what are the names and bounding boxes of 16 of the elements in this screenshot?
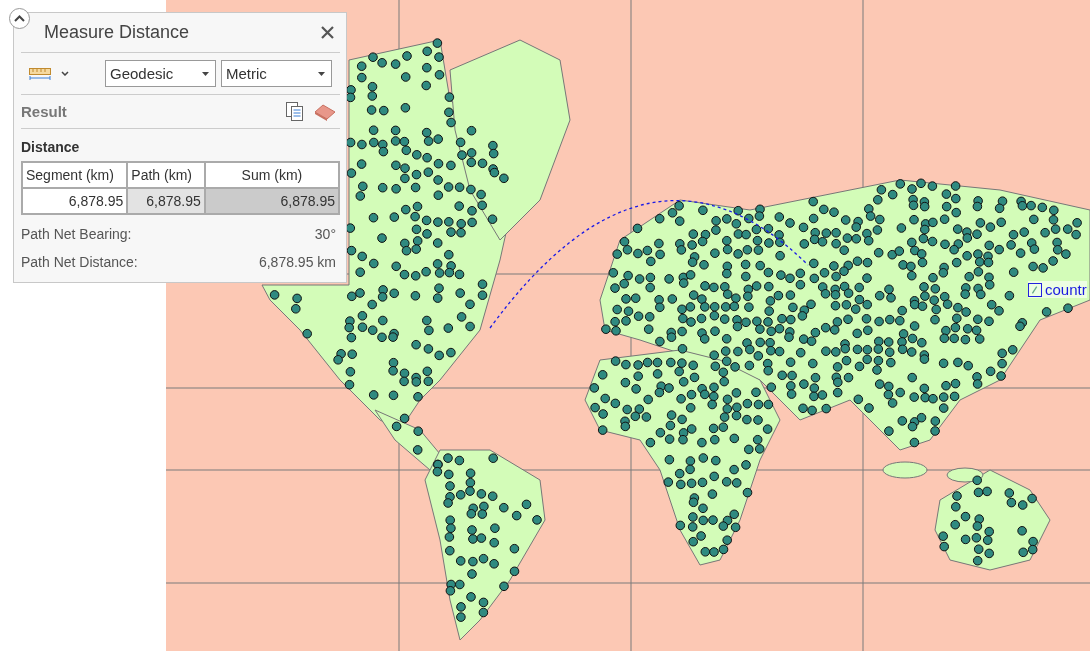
column-header: Segment (km) <box>22 162 128 188</box>
column-header: Sum (km) <box>204 162 339 188</box>
table-cell: 6,878.95 <box>22 188 128 214</box>
table-cell: 6,878.95 <box>204 188 339 214</box>
section-title: Distance <box>21 139 81 155</box>
stat-value: 30° <box>314 226 336 242</box>
mode-dropdown[interactable]: Geodesic <box>105 60 216 87</box>
panel-title: Measure Distance <box>44 22 190 43</box>
stat-label: Path Net Bearing: <box>21 226 132 242</box>
stat-label: Path Net Distance: <box>21 254 138 270</box>
stat-value: 6,878.95 km <box>258 254 336 270</box>
table-cell: 6,878.95 <box>127 188 205 214</box>
result-label: Result <box>21 103 67 120</box>
map-label: countr <box>1045 281 1087 298</box>
units-dropdown[interactable]: Metric <box>221 60 332 87</box>
column-header: Path (km) <box>127 162 205 188</box>
